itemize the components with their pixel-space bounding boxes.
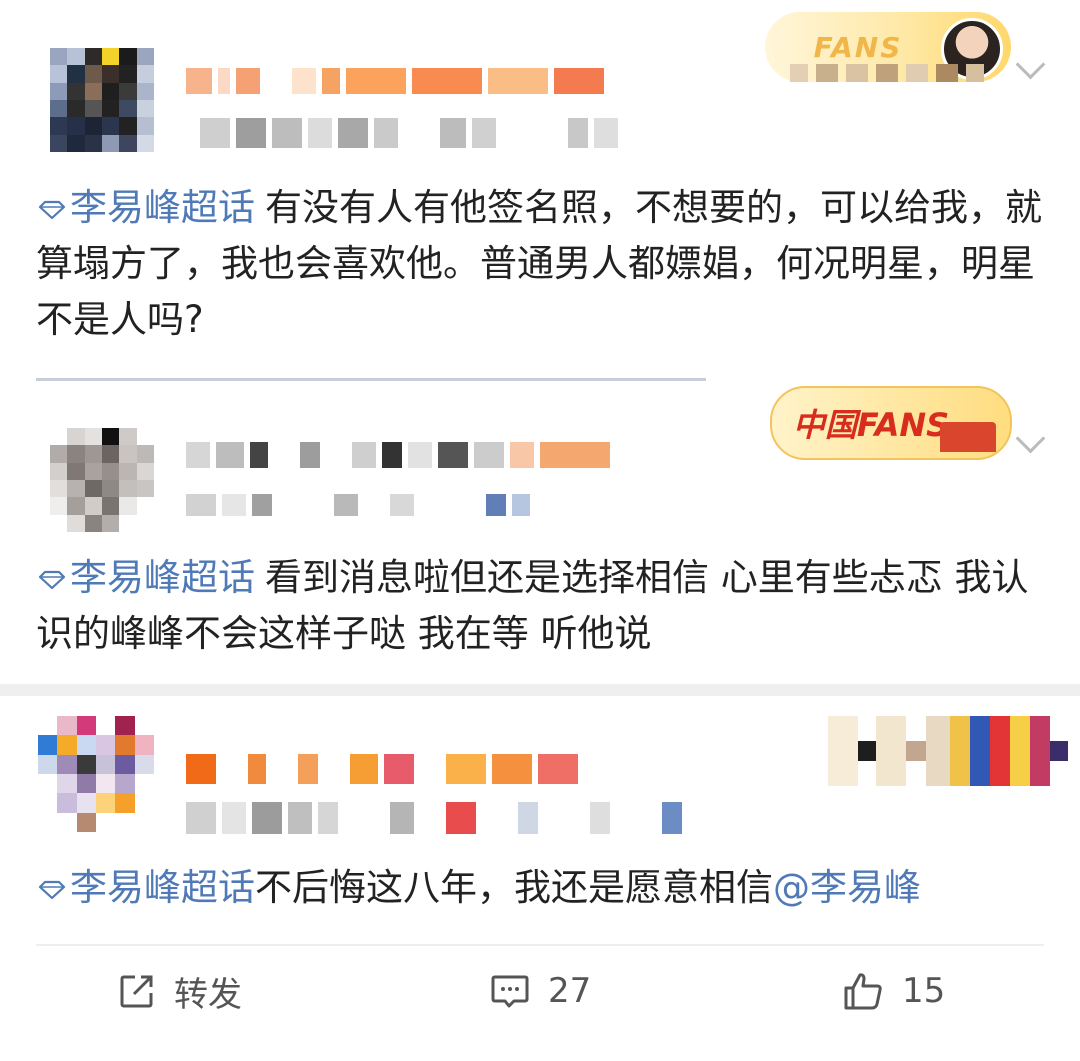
topic-link[interactable]: 李易峰超话 — [36, 866, 255, 909]
topic-diamond-icon — [38, 880, 66, 899]
post-2: 中国FANS 李易峰超话 看到消息啦但还是选择相信 心里有些忐忑 我认识的峰峰不会… — [0, 382, 1080, 682]
comment-button[interactable]: 27 — [490, 964, 591, 1018]
post-meta-blurred — [200, 118, 618, 148]
mention-link[interactable]: @李易峰 — [773, 866, 921, 909]
post-separator — [0, 684, 1080, 696]
avatar[interactable] — [38, 716, 154, 832]
like-icon — [844, 973, 882, 1010]
topic-link[interactable]: 李易峰超话 — [36, 556, 255, 599]
like-count: 15 — [902, 971, 946, 1011]
topic-link[interactable]: 李易峰超话 — [36, 186, 255, 229]
badge-blurred — [828, 716, 1068, 786]
avatar[interactable] — [50, 428, 154, 532]
comment-icon — [491, 975, 529, 1008]
repost-button[interactable]: 转发 — [118, 964, 242, 1018]
repost-icon — [120, 975, 153, 1008]
post-body: 李易峰超话 看到消息啦但还是选择相信 心里有些忐忑 我认识的峰峰不会这样子哒 我在… — [36, 550, 1046, 662]
chevron-down-icon[interactable] — [1015, 49, 1046, 80]
action-bar-divider — [36, 944, 1044, 946]
post-body: 李易峰超话不后悔这八年，我还是愿意相信@李易峰 — [36, 860, 1046, 916]
topic-label: 李易峰超话 — [70, 186, 255, 229]
post-text: 不后悔这八年，我还是愿意相信 — [255, 866, 773, 909]
post-1: FANS 李易峰超话 有没有人有他签名照，不想要的，可以给我，就算塌方了，我也会喜… — [0, 0, 1080, 370]
badge-caption-blurred — [790, 64, 984, 82]
avatar[interactable] — [50, 48, 154, 152]
china-fans-badge[interactable]: 中国FANS — [770, 386, 1012, 460]
fans-badge-label: FANS — [813, 30, 903, 64]
china-fans-badge-label: 中国FANS — [792, 406, 950, 444]
like-button[interactable]: 15 — [842, 964, 945, 1018]
tiananmen-icon — [940, 422, 996, 452]
username-blurred[interactable] — [186, 754, 578, 784]
post-body: 李易峰超话 有没有人有他签名照，不想要的，可以给我，就算塌方了，我也会喜欢他。普通… — [36, 180, 1046, 348]
comment-count: 27 — [548, 971, 592, 1011]
post-meta-blurred — [186, 494, 530, 516]
repost-label: 转发 — [174, 974, 242, 1015]
topic-diamond-icon — [38, 200, 66, 219]
topic-label: 李易峰超话 — [70, 556, 255, 599]
chevron-down-icon[interactable] — [1015, 423, 1046, 454]
username-blurred[interactable] — [186, 68, 604, 94]
topic-diamond-icon — [38, 570, 66, 589]
topic-label: 李易峰超话 — [70, 866, 255, 909]
username-blurred[interactable] — [186, 442, 610, 468]
divider — [36, 378, 706, 381]
post-meta-blurred — [186, 802, 682, 834]
